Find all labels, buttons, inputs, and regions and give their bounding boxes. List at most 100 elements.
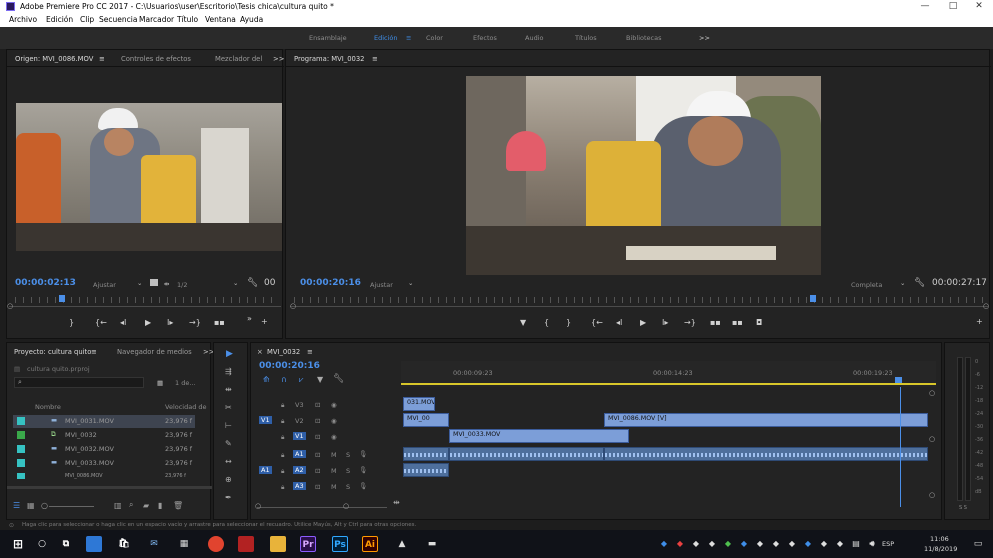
tray-icon[interactable]: ◆: [656, 536, 672, 552]
volume-icon[interactable]: 🔊︎: [864, 536, 880, 552]
menu-ventana[interactable]: Ventana: [205, 15, 236, 24]
network-icon[interactable]: ▤: [848, 536, 864, 552]
program-quality-chevron-icon[interactable]: ⌄: [900, 279, 905, 287]
menu-archivo[interactable]: Archivo: [9, 15, 37, 24]
source-add-button-icon[interactable]: +: [261, 317, 268, 326]
linked-selection-icon[interactable]: ⩗: [299, 375, 304, 385]
hand-tool-icon[interactable]: ↔: [225, 457, 232, 466]
source-timecode[interactable]: 00:00:02:13: [15, 278, 76, 288]
track-label[interactable]: A1: [293, 450, 306, 458]
program-time-ruler[interactable]: [294, 297, 984, 303]
sync-lock-icon[interactable]: ⊡: [315, 417, 320, 425]
timeline-scroll-handle-mid[interactable]: ○: [929, 435, 935, 443]
source-zoom-bar[interactable]: [9, 306, 281, 307]
list-item[interactable]: ▬ MVI_0031.MOV 23,976 f: [13, 415, 195, 428]
menu-clip[interactable]: Clip: [80, 15, 94, 24]
tray-icon[interactable]: ◆: [800, 536, 816, 552]
clip-v2-a[interactable]: MVI_00: [403, 413, 449, 427]
timeline-close-icon[interactable]: ×: [257, 348, 263, 356]
tab-source[interactable]: Origen: MVI_0086.MOV: [15, 55, 93, 63]
lock-icon[interactable]: 🔒︎: [281, 467, 284, 476]
sync-lock-icon[interactable]: ⊡: [315, 451, 320, 459]
source-go-to-in-icon[interactable]: {←: [95, 318, 107, 327]
program-extract-icon[interactable]: ▪▪: [732, 318, 743, 327]
source-more-button[interactable]: >>: [273, 55, 284, 63]
source-go-to-out-icon[interactable]: →}: [189, 318, 201, 327]
workspace-titulos[interactable]: Títulos: [575, 34, 597, 42]
program-wrench-icon[interactable]: 🔧︎: [914, 278, 925, 288]
lock-icon[interactable]: 🔒︎: [281, 417, 284, 426]
clip-v3[interactable]: 031.MOV: [403, 397, 435, 411]
solo-button[interactable]: S: [346, 467, 350, 475]
microphone-icon[interactable]: 🎙︎: [359, 466, 367, 474]
type-tool-icon[interactable]: ✒: [225, 493, 232, 502]
track-label[interactable]: A2: [293, 466, 306, 474]
tray-icon[interactable]: ◆: [672, 536, 688, 552]
timeline-resize-icon[interactable]: ⇹: [393, 498, 400, 507]
mute-button[interactable]: M: [331, 483, 337, 491]
sync-lock-icon[interactable]: ⊡: [315, 433, 320, 441]
file-explorer-icon[interactable]: [86, 536, 102, 552]
lock-icon[interactable]: 🔒︎: [281, 401, 284, 410]
new-bin-icon[interactable]: ▰: [143, 501, 149, 510]
app-icon[interactable]: [238, 536, 254, 552]
add-marker-icon[interactable]: ▼: [317, 375, 323, 384]
tab-project[interactable]: Proyecto: cultura quito: [14, 348, 91, 356]
tab-audio-mixer[interactable]: Mezclador del: [215, 55, 262, 63]
timeline-zoom-scrollbar[interactable]: [257, 507, 387, 508]
program-timecode[interactable]: 00:00:20:16: [300, 278, 361, 288]
source-patch-a1[interactable]: A1: [259, 466, 272, 474]
workspace-color[interactable]: Color: [426, 34, 443, 42]
tray-icon[interactable]: ◆: [704, 536, 720, 552]
menu-ayuda[interactable]: Ayuda: [240, 15, 263, 24]
tray-icon[interactable]: ◆: [736, 536, 752, 552]
illustrator-taskbar-icon[interactable]: Ai: [362, 536, 378, 552]
program-lift-icon[interactable]: ▪▪: [710, 318, 721, 327]
program-fit-chevron-icon[interactable]: ⌄: [408, 279, 413, 287]
timeline-scroll-handle-bottom[interactable]: ○: [929, 491, 935, 499]
films-icon[interactable]: ▬: [424, 536, 440, 552]
list-item[interactable]: ▬ MVI_0033.MOV 23,976 f: [13, 457, 195, 470]
workspace-audio[interactable]: Audio: [525, 34, 543, 42]
program-go-to-in-icon[interactable]: {←: [591, 318, 603, 327]
tab-sequence[interactable]: MVI_0032: [267, 348, 300, 356]
clip-a1-b[interactable]: [449, 447, 604, 461]
project-tab-menu-icon[interactable]: ≡: [91, 348, 97, 356]
workspace-ensamblaje[interactable]: Ensamblaje: [309, 34, 347, 42]
tray-icon[interactable]: ◆: [768, 536, 784, 552]
menu-marcador[interactable]: Marcador: [139, 15, 174, 24]
timeline-scroll-handle-top[interactable]: ○: [929, 389, 935, 397]
timeline-timecode[interactable]: 00:00:20:16: [259, 361, 320, 371]
program-fit-dropdown[interactable]: Ajustar: [370, 281, 393, 289]
program-zoom-bar[interactable]: [290, 306, 988, 307]
search-icon[interactable]: ○: [34, 536, 50, 552]
nest-icon[interactable]: ⟰: [263, 375, 270, 384]
program-zoom-handle-right[interactable]: ○: [983, 302, 989, 310]
meter-solo-buttons[interactable]: S S: [959, 505, 967, 511]
list-item[interactable]: MVI_0086.MOV 23,976 f: [13, 471, 195, 479]
close-button[interactable]: ✕: [965, 0, 993, 13]
work-area-bar[interactable]: [401, 383, 936, 385]
project-search-input[interactable]: ⌕: [14, 377, 144, 388]
workspace-efectos[interactable]: Efectos: [473, 34, 497, 42]
mail-icon[interactable]: ✉: [146, 536, 162, 552]
source-fit-dropdown[interactable]: Ajustar: [93, 281, 116, 289]
timeline-tab-menu-icon[interactable]: ≡: [307, 348, 313, 356]
new-item-icon[interactable]: ▮: [158, 501, 162, 510]
clip-a2[interactable]: [403, 463, 449, 477]
pen-tool-icon[interactable]: ✎: [225, 439, 232, 448]
program-export-frame-icon[interactable]: ◘: [756, 318, 762, 327]
program-add-button-icon[interactable]: +: [976, 317, 983, 326]
folder-icon[interactable]: [270, 536, 286, 552]
source-resolution-dropdown[interactable]: 1/2: [177, 281, 187, 289]
thumbnail-zoom-slider[interactable]: [49, 506, 94, 507]
source-patch-v1[interactable]: V1: [259, 416, 272, 424]
source-play-icon[interactable]: ▶: [145, 318, 151, 327]
source-time-ruler[interactable]: [15, 297, 277, 303]
premiere-taskbar-icon[interactable]: Pr: [300, 536, 316, 552]
source-resolution-chevron-icon[interactable]: ⌄: [233, 279, 238, 287]
clear-icon[interactable]: 🗑︎: [173, 501, 183, 510]
workspace-menu-icon[interactable]: ≡: [406, 34, 411, 42]
program-zoom-handle-left[interactable]: ○: [290, 302, 296, 310]
tray-icon[interactable]: ◆: [832, 536, 848, 552]
